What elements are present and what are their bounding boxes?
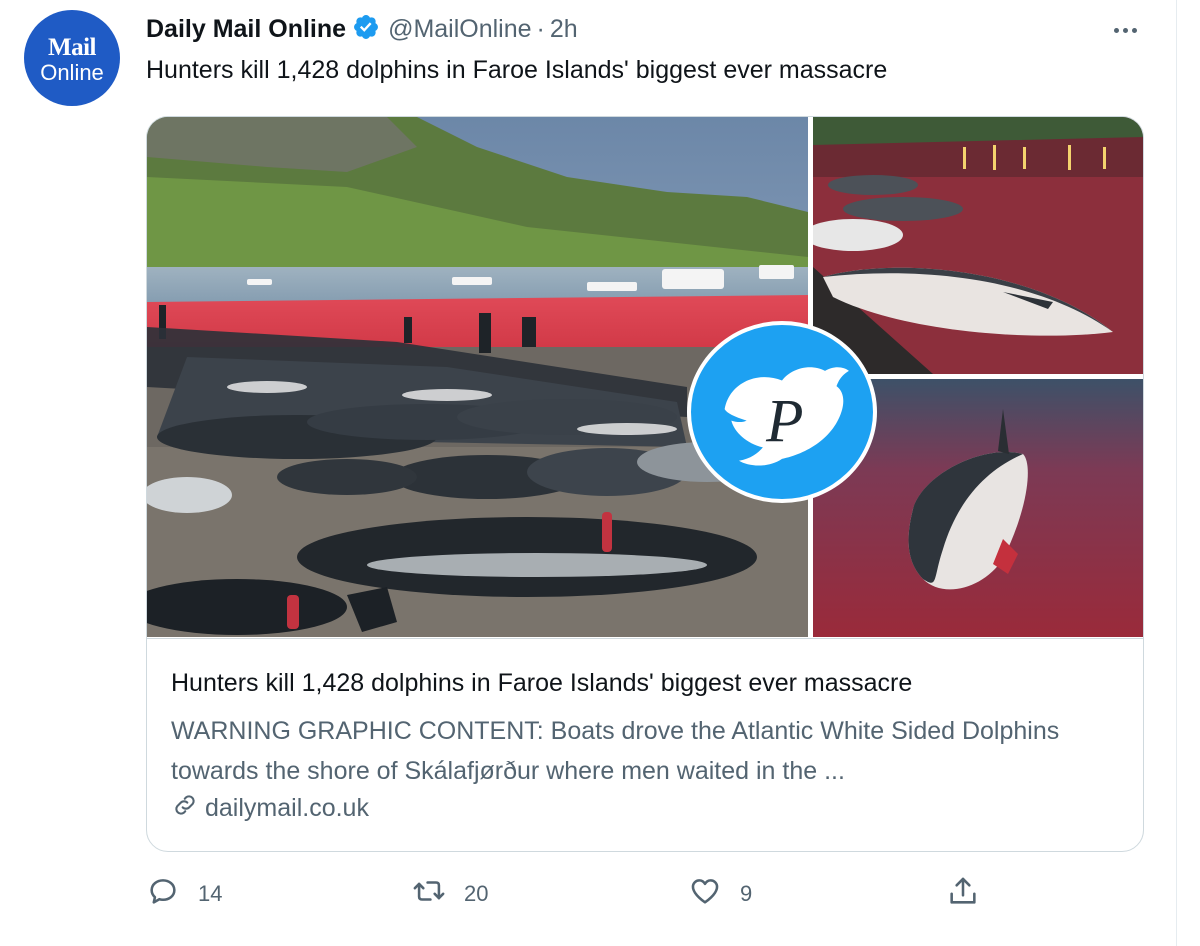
share-icon: [946, 874, 980, 914]
reply-count: 14: [198, 881, 223, 906]
card-info[interactable]: Hunters kill 1,428 dolphins in Faroe Isl…: [147, 638, 1143, 851]
like-count: 9: [740, 881, 753, 906]
watermark-letter: P: [765, 388, 803, 456]
tweet-actions: 14 20 9: [146, 872, 1006, 916]
card-title[interactable]: Hunters kill 1,428 dolphins in Faroe Isl…: [171, 669, 912, 698]
card-domain[interactable]: dailymail.co.uk: [171, 791, 369, 826]
more-options-icon[interactable]: [1108, 18, 1142, 42]
tweet-header: Daily Mail Online @MailOnline · 2h: [146, 12, 578, 46]
share-button[interactable]: [946, 872, 980, 916]
avatar[interactable]: Mail Online: [24, 10, 120, 106]
reply-icon: [146, 874, 180, 914]
card-media[interactable]: P: [147, 117, 1143, 637]
like-button[interactable]: 9: [688, 872, 752, 916]
tweet-timestamp[interactable]: 2h: [550, 15, 578, 44]
author-handle[interactable]: @MailOnline: [388, 15, 531, 44]
tweet: Mail Online Daily Mail Online @MailOnlin…: [0, 0, 1176, 946]
retweet-button[interactable]: 20: [412, 872, 488, 916]
retweet-icon: [412, 874, 446, 914]
author-name[interactable]: Daily Mail Online: [146, 15, 346, 44]
reply-button[interactable]: 14: [146, 872, 222, 916]
verified-badge-icon: [346, 13, 380, 46]
retweet-count: 20: [464, 881, 489, 906]
link-card[interactable]: P Hunters kill 1,428 dolphins in Faroe I…: [146, 116, 1144, 852]
card-description: WARNING GRAPHIC CONTENT: Boats drove the…: [171, 717, 1060, 785]
header-separator: ·: [536, 14, 545, 43]
tweet-text: Hunters kill 1,428 dolphins in Faroe Isl…: [146, 56, 888, 84]
page-edge: [1176, 0, 1200, 946]
link-icon: [171, 791, 199, 826]
heart-icon: [688, 874, 722, 914]
card-domain-text: dailymail.co.uk: [205, 794, 369, 822]
watermark-logo: P: [687, 321, 877, 503]
avatar-logo-line1: Mail: [48, 33, 97, 61]
avatar-logo-line2: Online: [40, 59, 104, 85]
